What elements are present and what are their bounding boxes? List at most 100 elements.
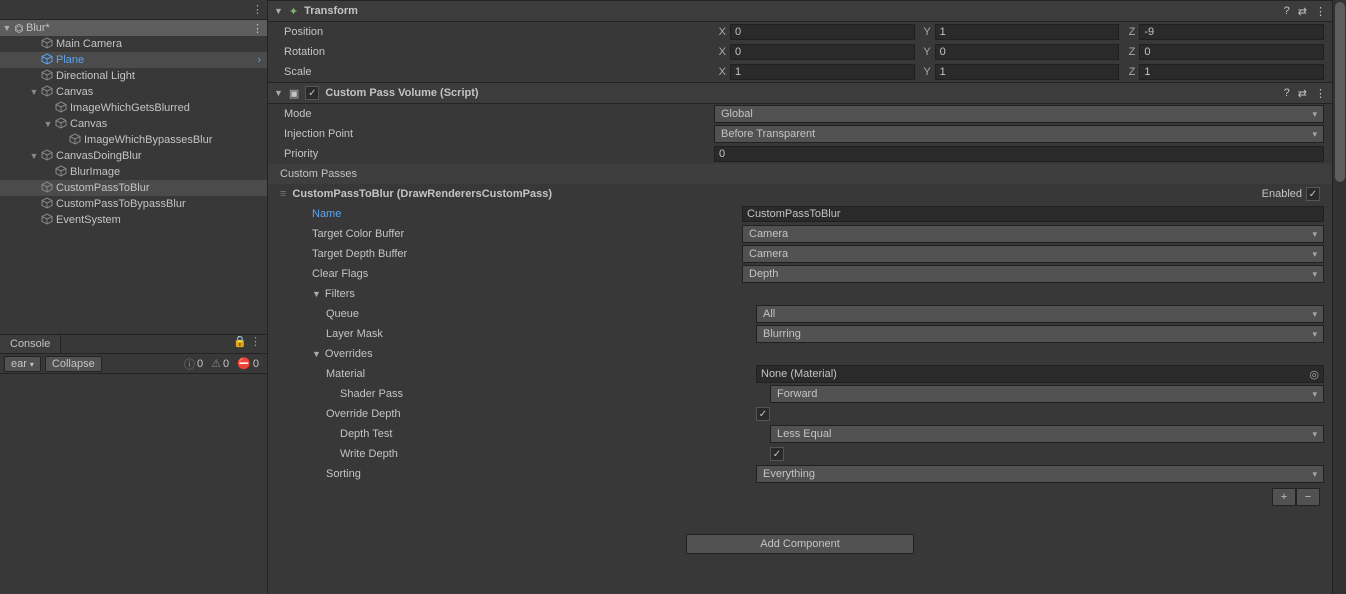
- hierarchy-item[interactable]: ImageWhichBypassesBlur: [0, 132, 267, 148]
- hierarchy-item[interactable]: ImageWhichGetsBlurred: [0, 100, 267, 116]
- object-picker-icon: ◎: [1309, 368, 1319, 381]
- hierarchy-label: ImageWhichBypassesBlur: [82, 134, 212, 146]
- name-input[interactable]: [742, 206, 1324, 222]
- script-icon: ▣: [289, 87, 299, 100]
- filters-fold[interactable]: ▼Filters: [268, 284, 1332, 304]
- name-row: Name: [268, 204, 1332, 224]
- hierarchy-label: Plane: [54, 54, 84, 66]
- transform-row: RotationXYZ: [268, 42, 1332, 62]
- gameobject-icon: [40, 149, 54, 164]
- tdb-dropdown[interactable]: Camera: [742, 245, 1324, 263]
- transform-header[interactable]: ▼ ✦ Transform ? ⇄ ⋮: [268, 0, 1332, 22]
- hierarchy-label: Directional Light: [54, 70, 135, 82]
- mode-row: Mode Global: [268, 104, 1332, 124]
- custom-passes-header: Custom Passes: [268, 164, 1332, 184]
- add-component-button[interactable]: Add Component: [686, 534, 914, 554]
- layer-dropdown[interactable]: Blurring: [756, 325, 1324, 343]
- inspector-panel: ▼ ✦ Transform ? ⇄ ⋮ PositionXYZRotationX…: [268, 0, 1332, 594]
- console-body: [0, 374, 267, 594]
- hierarchy-item[interactable]: ▼ Canvas: [0, 84, 267, 100]
- gameobject-icon: [54, 165, 68, 180]
- priority-input[interactable]: [714, 146, 1324, 162]
- clear-dropdown[interactable]: Depth: [742, 265, 1324, 283]
- material-field[interactable]: None (Material)◎: [756, 365, 1324, 383]
- inspector-scrollbar[interactable]: [1332, 0, 1346, 594]
- pass-item-header[interactable]: ≡ CustomPassToBlur (DrawRenderersCustomP…: [268, 184, 1332, 204]
- scene-menu-icon[interactable]: ⋮: [252, 22, 267, 35]
- fold-icon[interactable]: ▼: [274, 6, 283, 16]
- preset-icon[interactable]: ⇄: [1298, 5, 1307, 18]
- gameobject-icon: [40, 181, 54, 196]
- fold-arrow-icon[interactable]: ▼: [42, 119, 54, 129]
- write-depth-checkbox[interactable]: [770, 447, 784, 461]
- tcb-dropdown[interactable]: Camera: [742, 225, 1324, 243]
- scene-row[interactable]: ▼ ⏣ Blur* ⋮: [0, 20, 267, 36]
- fold-icon[interactable]: ▼: [274, 88, 283, 98]
- x-input[interactable]: [730, 24, 915, 40]
- clear-button[interactable]: ear: [4, 356, 41, 372]
- fold-arrow-icon[interactable]: ▼: [2, 23, 12, 33]
- priority-row: Priority: [268, 144, 1332, 164]
- depthtest-dropdown[interactable]: Less Equal: [770, 425, 1324, 443]
- console-tab-row: Console 🔒 ⋮: [0, 334, 267, 354]
- hierarchy-label: CanvasDoingBlur: [54, 150, 142, 162]
- overrides-fold[interactable]: ▼Overrides: [268, 344, 1332, 364]
- gameobject-icon: [40, 37, 54, 52]
- gameobject-icon: [40, 53, 54, 68]
- menu-icon[interactable]: ⋮: [1315, 87, 1326, 100]
- z-input[interactable]: [1139, 64, 1324, 80]
- hierarchy-item[interactable]: Plane›: [0, 52, 267, 68]
- fold-arrow-icon[interactable]: ▼: [28, 87, 40, 97]
- hierarchy-label: Main Camera: [54, 38, 122, 50]
- sorting-dropdown[interactable]: Everything: [756, 465, 1324, 483]
- z-input[interactable]: [1139, 24, 1324, 40]
- hierarchy-item[interactable]: ▼ Canvas: [0, 116, 267, 132]
- remove-pass-button[interactable]: −: [1296, 488, 1320, 506]
- menu-icon[interactable]: ⋮: [1315, 5, 1326, 18]
- hierarchy-item[interactable]: ▼ CanvasDoingBlur: [0, 148, 267, 164]
- hierarchy-item[interactable]: Directional Light: [0, 68, 267, 84]
- hierarchy-item[interactable]: CustomPassToBypassBlur: [0, 196, 267, 212]
- help-icon[interactable]: ?: [1284, 87, 1290, 100]
- hierarchy-item[interactable]: BlurImage: [0, 164, 267, 180]
- enable-checkbox[interactable]: [305, 86, 319, 100]
- console-tab[interactable]: Console: [0, 335, 61, 353]
- drag-handle-icon[interactable]: ≡: [280, 188, 286, 200]
- hierarchy-item[interactable]: EventSystem: [0, 212, 267, 228]
- override-depth-checkbox[interactable]: [756, 407, 770, 421]
- gameobject-icon: [40, 69, 54, 84]
- pass-enabled-checkbox[interactable]: [1306, 187, 1320, 201]
- y-input[interactable]: [935, 64, 1120, 80]
- collapse-button[interactable]: Collapse: [45, 356, 102, 372]
- preset-icon[interactable]: ⇄: [1298, 87, 1307, 100]
- info-count[interactable]: ⓘ0: [180, 356, 207, 372]
- warn-count[interactable]: ⚠0: [207, 356, 233, 372]
- injection-dropdown[interactable]: Before Transparent: [714, 125, 1324, 143]
- queue-dropdown[interactable]: All: [756, 305, 1324, 323]
- hierarchy-item[interactable]: Main Camera: [0, 36, 267, 52]
- unity-logo-icon: ⏣: [12, 22, 26, 35]
- shader-dropdown[interactable]: Forward: [770, 385, 1324, 403]
- add-pass-button[interactable]: +: [1272, 488, 1296, 506]
- x-input[interactable]: [730, 64, 915, 80]
- hierarchy-label: Canvas: [54, 86, 93, 98]
- fold-arrow-icon[interactable]: ▼: [28, 151, 40, 161]
- mode-dropdown[interactable]: Global: [714, 105, 1324, 123]
- panel-menu-icon[interactable]: ⋮: [252, 3, 263, 16]
- help-icon[interactable]: ?: [1284, 5, 1290, 18]
- list-footer: + −: [268, 484, 1332, 510]
- lock-icon[interactable]: 🔒 ⋮: [233, 335, 267, 353]
- injection-row: Injection Point Before Transparent: [268, 124, 1332, 144]
- error-count[interactable]: ⛔0: [233, 356, 263, 372]
- cpv-header[interactable]: ▼ ▣ Custom Pass Volume (Script) ? ⇄ ⋮: [268, 82, 1332, 104]
- y-input[interactable]: [935, 44, 1120, 60]
- component-title: Transform: [304, 5, 358, 17]
- hierarchy-label: Canvas: [68, 118, 107, 130]
- y-input[interactable]: [935, 24, 1120, 40]
- x-input[interactable]: [730, 44, 915, 60]
- gameobject-icon: [54, 101, 68, 116]
- scrollbar-thumb[interactable]: [1335, 2, 1345, 182]
- z-input[interactable]: [1139, 44, 1324, 60]
- hierarchy-item[interactable]: CustomPassToBlur: [0, 180, 267, 196]
- console-toolbar: ear Collapse ⓘ0 ⚠0 ⛔0: [0, 354, 267, 374]
